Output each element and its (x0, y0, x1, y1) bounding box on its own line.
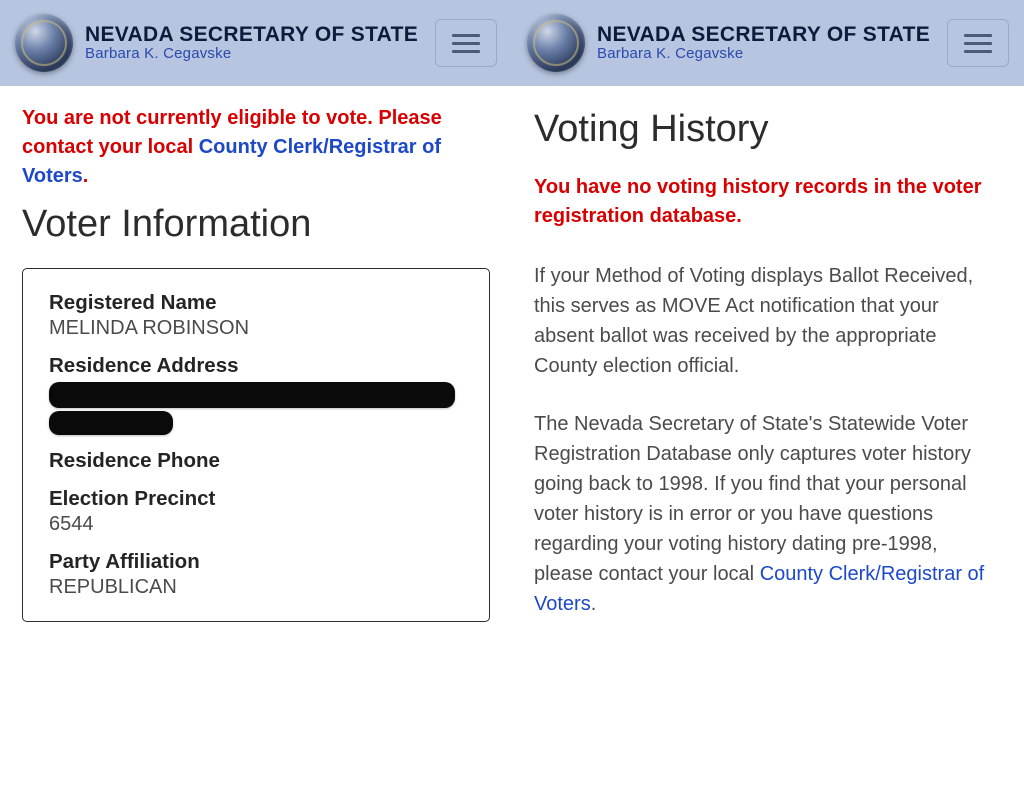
residence-phone-field: Residence Phone (49, 449, 463, 473)
left-pane: NEVADA SECRETARY OF STATE Barbara K. Ceg… (0, 0, 512, 802)
residence-address-field: Residence Address (49, 354, 463, 435)
registered-name-label: Registered Name (49, 291, 463, 315)
site-title: NEVADA SECRETARY OF STATE (597, 24, 935, 46)
header: NEVADA SECRETARY OF STATE Barbara K. Ceg… (512, 0, 1024, 86)
menu-button[interactable] (947, 19, 1009, 67)
right-pane: NEVADA SECRETARY OF STATE Barbara K. Ceg… (512, 0, 1024, 802)
eligibility-alert: You are not currently eligible to vote. … (22, 104, 490, 191)
left-content: You are not currently eligible to vote. … (0, 86, 512, 802)
menu-button[interactable] (435, 19, 497, 67)
registered-name-field: Registered Name MELINDA ROBINSON (49, 291, 463, 340)
header-title-block: NEVADA SECRETARY OF STATE Barbara K. Ceg… (85, 24, 423, 62)
hamburger-icon (452, 34, 480, 37)
party-affiliation-label: Party Affiliation (49, 550, 463, 574)
party-affiliation-value: REPUBLICAN (49, 576, 463, 599)
voting-history-heading: Voting History (534, 108, 1002, 151)
site-subtitle: Barbara K. Cegavske (597, 46, 935, 62)
move-act-paragraph: If your Method of Voting displays Ballot… (534, 261, 1002, 381)
state-seal-icon (527, 14, 585, 72)
header: NEVADA SECRETARY OF STATE Barbara K. Ceg… (0, 0, 512, 86)
registered-name-value: MELINDA ROBINSON (49, 317, 463, 340)
hamburger-icon (964, 34, 992, 37)
alert-suffix: . (83, 165, 89, 187)
no-history-alert: You have no voting history records in th… (534, 173, 1002, 231)
right-content: Voting History You have no voting histor… (512, 86, 1024, 802)
election-precinct-value: 6544 (49, 513, 463, 536)
para2-prefix: The Nevada Secretary of State's Statewid… (534, 413, 971, 585)
site-title: NEVADA SECRETARY OF STATE (85, 24, 423, 46)
election-precinct-label: Election Precinct (49, 487, 463, 511)
voter-info-heading: Voter Information (22, 203, 490, 246)
site-subtitle: Barbara K. Cegavske (85, 46, 423, 62)
election-precinct-field: Election Precinct 6544 (49, 487, 463, 536)
para2-suffix: . (591, 593, 597, 615)
residence-address-label: Residence Address (49, 354, 463, 378)
header-title-block: NEVADA SECRETARY OF STATE Barbara K. Ceg… (597, 24, 935, 62)
residence-phone-label: Residence Phone (49, 449, 463, 473)
voter-info-card: Registered Name MELINDA ROBINSON Residen… (22, 268, 490, 622)
state-seal-icon (15, 14, 73, 72)
party-affiliation-field: Party Affiliation REPUBLICAN (49, 550, 463, 599)
redacted-address (49, 382, 463, 435)
history-limitation-paragraph: The Nevada Secretary of State's Statewid… (534, 409, 1002, 619)
